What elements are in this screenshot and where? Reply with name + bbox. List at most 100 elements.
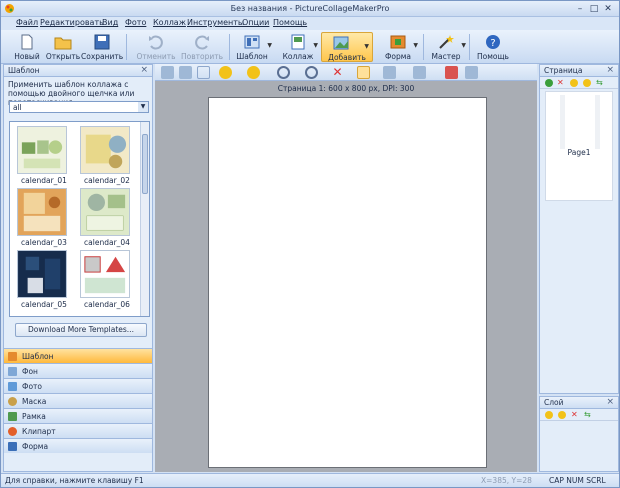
menu-tools[interactable]: Инструменты xyxy=(187,18,244,27)
add-image-icon xyxy=(333,36,349,50)
menu-photo[interactable]: Фото xyxy=(125,18,146,27)
maximize-button[interactable]: □ xyxy=(589,4,599,14)
template-preview xyxy=(80,188,130,236)
add-page-icon[interactable] xyxy=(545,79,553,87)
nav-mask[interactable]: Маска xyxy=(4,393,152,408)
page-thumbnail[interactable]: Page1 xyxy=(545,91,613,201)
send-back-icon[interactable] xyxy=(179,66,192,79)
scrollbar-thumb[interactable] xyxy=(142,134,148,194)
layer-down-icon[interactable] xyxy=(558,411,566,419)
grid-icon[interactable] xyxy=(383,66,396,79)
open-folder-icon xyxy=(54,37,72,50)
template-thumb[interactable]: calendar_02 xyxy=(76,126,132,186)
wizard-dropdown-icon[interactable]: ▼ xyxy=(461,42,466,49)
save-label: Сохранить xyxy=(81,52,124,61)
undo-button[interactable]: Отменить xyxy=(136,32,176,62)
swap-icon[interactable]: ⇆ xyxy=(584,411,592,419)
minimize-button[interactable]: – xyxy=(575,4,585,14)
template-thumb[interactable]: calendar_05 xyxy=(13,250,69,310)
template-dropdown-icon[interactable]: ▼ xyxy=(267,42,272,49)
help-button[interactable]: ? Помощь xyxy=(477,32,509,62)
nav-shape[interactable]: Форма xyxy=(4,438,152,453)
close-panel-icon[interactable]: × xyxy=(606,397,614,407)
layer-up-icon[interactable] xyxy=(545,411,553,419)
bring-front-icon[interactable] xyxy=(161,66,174,79)
toolbar-separator xyxy=(469,34,470,60)
template-gallery: calendar_01 calendar_02 calendar_03 cale… xyxy=(9,121,150,317)
properties-icon[interactable] xyxy=(465,66,478,79)
move-up-icon[interactable] xyxy=(570,79,578,87)
template-name: calendar_03 xyxy=(21,238,67,247)
template-name: calendar_01 xyxy=(21,176,67,185)
template-name: calendar_05 xyxy=(21,300,67,309)
remove-icon[interactable] xyxy=(445,66,458,79)
nav-template[interactable]: Шаблон xyxy=(4,348,152,363)
nav-frame[interactable]: Рамка xyxy=(4,408,152,423)
nav-background[interactable]: Фон xyxy=(4,363,152,378)
zoom-fit-icon[interactable] xyxy=(357,66,370,79)
menu-collage[interactable]: Коллаж xyxy=(153,18,186,27)
rotate-left-icon[interactable] xyxy=(305,66,318,79)
template-thumb[interactable]: calendar_04 xyxy=(76,188,132,248)
crop-icon[interactable] xyxy=(197,66,210,79)
guides-icon[interactable] xyxy=(413,66,426,79)
layers-panel: Слой × ✕ ⇆ xyxy=(539,396,619,472)
redo-button[interactable]: Повторить xyxy=(181,32,223,62)
menu-help[interactable]: Помощь xyxy=(273,18,307,27)
open-button[interactable]: Открыть xyxy=(46,32,80,62)
nav-photo[interactable]: Фото xyxy=(4,378,152,393)
template-label: Шаблон xyxy=(236,52,268,61)
delete-icon[interactable]: ✕ xyxy=(331,66,344,79)
add-dropdown-icon[interactable]: ▼ xyxy=(364,43,369,50)
shape-label: Форма xyxy=(384,52,412,61)
distribute-icon[interactable] xyxy=(247,66,260,79)
template-preview xyxy=(17,188,67,236)
close-panel-icon[interactable]: × xyxy=(140,65,148,75)
category-nav: Шаблон Фон Фото Маска Рамка Клипарт Форм… xyxy=(4,348,152,453)
template-thumb[interactable]: calendar_03 xyxy=(13,188,69,248)
menu-file[interactable]: Файл xyxy=(16,18,38,27)
collage-label: Коллаж xyxy=(282,52,314,61)
new-button[interactable]: Новый xyxy=(13,32,41,62)
pages-panel: Страница × ✕ ⇆ Page1 xyxy=(539,64,619,394)
menu-options[interactable]: Опции xyxy=(242,18,269,27)
download-templates-button[interactable]: Download More Templates... xyxy=(15,323,147,337)
background-icon xyxy=(8,367,17,376)
delete-layer-icon[interactable]: ✕ xyxy=(571,411,579,419)
menu-view[interactable]: Вид xyxy=(102,18,118,27)
template-thumb[interactable]: calendar_01 xyxy=(13,126,69,186)
new-document-icon xyxy=(21,34,33,50)
collage-dropdown-icon[interactable]: ▼ xyxy=(313,42,318,49)
template-thumb[interactable]: calendar_06 xyxy=(76,250,132,310)
shape-icon xyxy=(390,35,406,49)
template-panel-header: Шаблон × xyxy=(4,65,152,77)
help-icon: ? xyxy=(486,35,500,49)
template-name: calendar_04 xyxy=(84,238,130,247)
add-button[interactable]: Добавить ▼ xyxy=(321,32,373,62)
nav-label: Форма xyxy=(22,442,49,451)
shape-dropdown-icon[interactable]: ▼ xyxy=(413,42,418,49)
collage-page[interactable] xyxy=(208,97,487,468)
menu-edit[interactable]: Редактировать xyxy=(40,18,104,27)
gallery-scrollbar[interactable] xyxy=(140,122,149,316)
page-info: Страница 1: 600 x 800 px, DPI: 300 xyxy=(277,84,415,93)
save-button[interactable]: Сохранить xyxy=(81,32,123,62)
collage-button[interactable]: Коллаж ▼ xyxy=(283,32,318,62)
template-button[interactable]: Шаблон ▼ xyxy=(236,32,272,62)
move-down-icon[interactable] xyxy=(583,79,591,87)
template-preview xyxy=(80,250,130,298)
template-filter-select[interactable]: all ▼ xyxy=(9,101,149,113)
wizard-button[interactable]: Мастер ▼ xyxy=(431,32,466,62)
template-filter-value: all xyxy=(13,103,22,112)
template-name: calendar_02 xyxy=(84,176,130,185)
swap-icon[interactable]: ⇆ xyxy=(596,79,604,87)
rotate-right-icon[interactable] xyxy=(277,66,290,79)
close-panel-icon[interactable]: × xyxy=(606,65,614,75)
nav-label: Фон xyxy=(22,367,38,376)
delete-page-icon[interactable]: ✕ xyxy=(557,79,565,87)
align-icon[interactable] xyxy=(219,66,232,79)
shape-button[interactable]: Форма ▼ xyxy=(383,32,418,62)
nav-clipart[interactable]: Клипарт xyxy=(4,423,152,438)
chevron-down-icon[interactable]: ▼ xyxy=(138,102,148,112)
close-button[interactable]: ✕ xyxy=(603,4,613,14)
